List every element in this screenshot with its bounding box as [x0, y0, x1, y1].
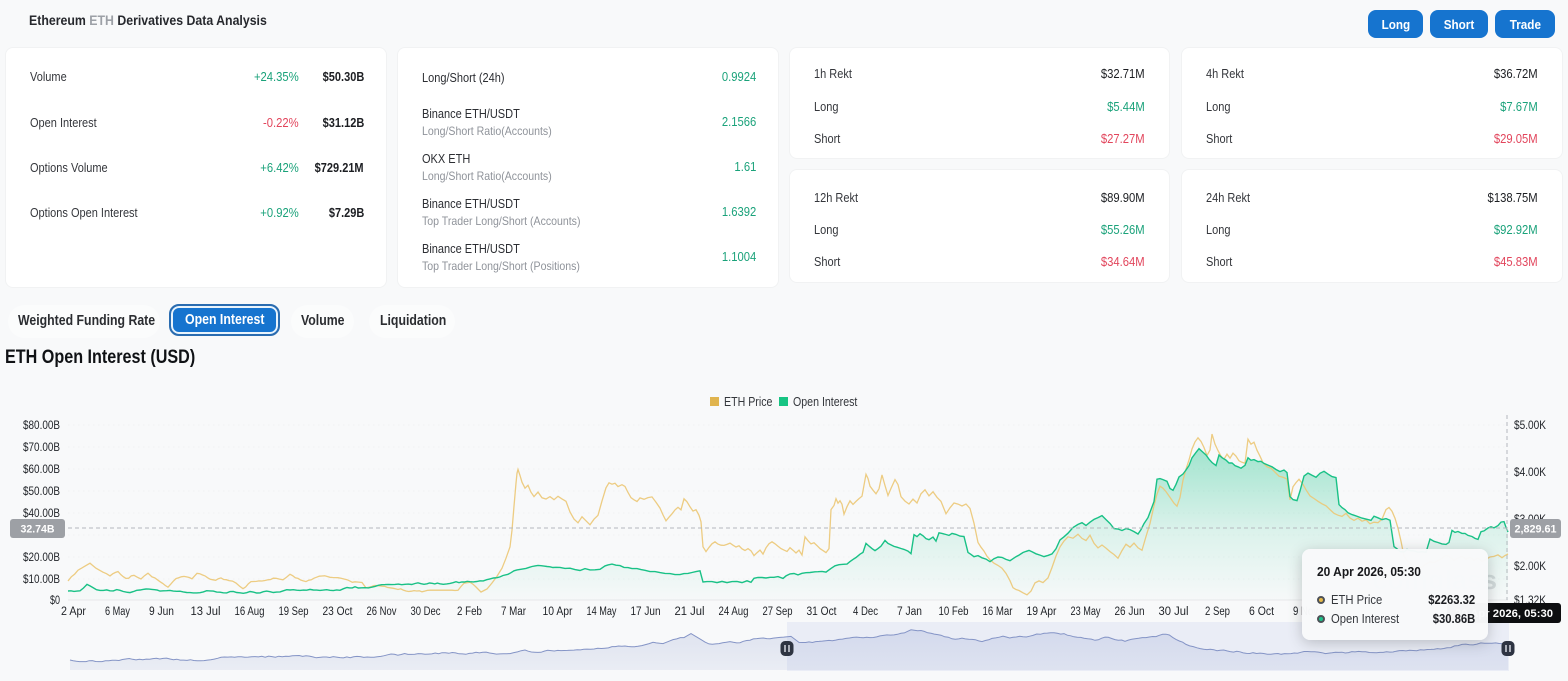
svg-text:32.74B: 32.74B	[21, 524, 55, 536]
svg-text:19 Sep: 19 Sep	[279, 606, 309, 618]
svg-text:23 May: 23 May	[1071, 606, 1101, 618]
svg-text:14 May: 14 May	[587, 606, 617, 618]
svg-text:$5.00K: $5.00K	[1514, 420, 1546, 432]
svg-text:10 Apr: 10 Apr	[543, 606, 573, 618]
svg-text:6 Oct: 6 Oct	[1249, 606, 1275, 618]
svg-text:$10.00B: $10.00B	[23, 574, 60, 586]
svg-text:2 Sep: 2 Sep	[1205, 606, 1230, 618]
svg-text:$60.00B: $60.00B	[23, 464, 60, 476]
svg-text:26 Nov: 26 Nov	[367, 606, 397, 618]
svg-text:23 Oct: 23 Oct	[323, 606, 354, 618]
svg-text:10 Feb: 10 Feb	[939, 606, 969, 618]
svg-text:2 Feb: 2 Feb	[457, 606, 482, 618]
svg-text:24 Aug: 24 Aug	[719, 606, 749, 618]
svg-text:16 Mar: 16 Mar	[983, 606, 1013, 618]
svg-text:$70.00B: $70.00B	[23, 442, 60, 454]
svg-text:30 Dec: 30 Dec	[411, 606, 441, 618]
svg-text:$2.00K: $2.00K	[1514, 561, 1546, 573]
svg-text:30 Jul: 30 Jul	[1159, 606, 1189, 618]
svg-text:17 Jun: 17 Jun	[631, 606, 661, 618]
svg-text:19 Apr: 19 Apr	[1027, 606, 1057, 618]
svg-text:7 Jan: 7 Jan	[897, 606, 922, 618]
svg-text:27 Sep: 27 Sep	[763, 606, 793, 618]
svg-text:16 Aug: 16 Aug	[235, 606, 265, 618]
svg-text:$80.00B: $80.00B	[23, 420, 60, 432]
svg-text:$20.00B: $20.00B	[23, 552, 60, 564]
svg-text:13 Jul: 13 Jul	[191, 606, 221, 618]
svg-text:$4.00K: $4.00K	[1514, 467, 1546, 479]
svg-text:2 Apr: 2 Apr	[61, 606, 86, 618]
svg-text:9 Jun: 9 Jun	[149, 606, 174, 618]
svg-text:$50.00B: $50.00B	[23, 486, 60, 498]
svg-text:$40.00B: $40.00B	[23, 508, 60, 520]
svg-text:2,829.61: 2,829.61	[1515, 524, 1557, 536]
svg-text:21 Jul: 21 Jul	[675, 606, 705, 618]
svg-text:$0: $0	[50, 595, 60, 607]
svg-text:31 Oct: 31 Oct	[807, 606, 838, 618]
svg-text:4 Dec: 4 Dec	[853, 606, 878, 618]
svg-text:7 Mar: 7 Mar	[501, 606, 526, 618]
svg-text:26 Jun: 26 Jun	[1115, 606, 1145, 618]
svg-text:6 May: 6 May	[105, 606, 130, 618]
